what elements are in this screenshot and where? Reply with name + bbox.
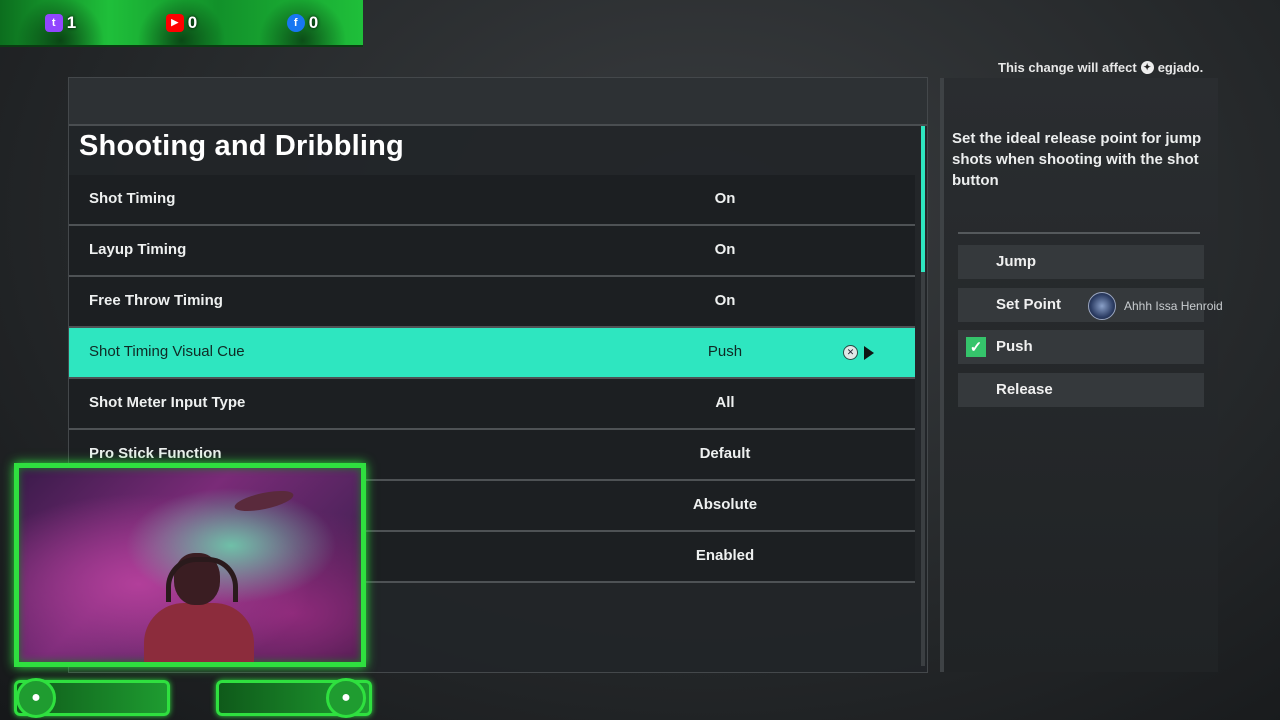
youtube-count: 0 bbox=[187, 12, 198, 32]
twitch-icon: t bbox=[44, 13, 63, 32]
player-tag: Ahhh Issa Henroid bbox=[1088, 292, 1223, 320]
setting-row-layup-timing[interactable]: Layup Timing On bbox=[69, 226, 915, 277]
option-label: Push bbox=[996, 338, 1033, 355]
setting-label: Shot Timing bbox=[89, 190, 176, 207]
social-facebook: f 0 bbox=[242, 0, 363, 45]
option-label: Jump bbox=[996, 253, 1037, 270]
setting-value: On bbox=[714, 190, 736, 207]
setting-value: Enabled bbox=[695, 547, 755, 564]
setting-value: On bbox=[714, 292, 736, 309]
checkmark-icon: ✓ bbox=[966, 337, 986, 357]
affect-prefix: This change will affect bbox=[998, 60, 1137, 75]
social-youtube: ▶ 0 bbox=[121, 0, 242, 45]
social-stats-bar: t 1 ▶ 0 f 0 bbox=[0, 0, 363, 47]
setting-value: Push bbox=[707, 343, 743, 360]
arrow-right-icon[interactable] bbox=[864, 345, 874, 360]
value-controls: ✕ bbox=[843, 345, 874, 360]
user-icon: ● bbox=[326, 678, 366, 718]
controller-icon: ✦ bbox=[1140, 61, 1154, 74]
setting-value: All bbox=[715, 394, 735, 411]
setting-description: Set the ideal release point for jump sho… bbox=[952, 130, 1202, 189]
settings-scrollbar[interactable] bbox=[921, 126, 925, 666]
streamer bbox=[144, 553, 254, 662]
setting-label: Pro Stick Function bbox=[89, 445, 222, 462]
setting-row-free-throw-timing[interactable]: Free Throw Timing On bbox=[69, 277, 915, 328]
affect-note: This change will affect ✦ egjado. bbox=[998, 60, 1203, 75]
setting-label: Shot Meter Input Type bbox=[89, 394, 246, 411]
player-name: Ahhh Issa Henroid bbox=[1124, 299, 1223, 313]
description-panel: Set the ideal release point for jump sho… bbox=[940, 78, 1218, 672]
panel-header bbox=[69, 78, 927, 126]
youtube-icon: ▶ bbox=[165, 13, 184, 32]
webcam-feed bbox=[14, 463, 366, 667]
section-title: Shooting and Dribbling bbox=[79, 130, 404, 162]
x-button-icon[interactable]: ✕ bbox=[843, 345, 858, 360]
setting-label: Shot Timing Visual Cue bbox=[89, 343, 245, 360]
option-push[interactable]: ✓ Push bbox=[958, 330, 1204, 364]
headphones-icon bbox=[166, 557, 238, 602]
setting-label: Free Throw Timing bbox=[89, 292, 223, 309]
setting-value: On bbox=[714, 241, 736, 258]
setting-label: Layup Timing bbox=[89, 241, 187, 258]
setting-row-shot-meter-input-type[interactable]: Shot Meter Input Type All bbox=[69, 379, 915, 430]
twitch-count: 1 bbox=[66, 12, 77, 32]
user-icon: ● bbox=[16, 678, 56, 718]
avatar bbox=[1088, 292, 1116, 320]
facebook-icon: f bbox=[286, 13, 305, 32]
ceiling-fan bbox=[232, 486, 296, 516]
setting-row-shot-timing-visual-cue[interactable]: Shot Timing Visual Cue Push ✕ bbox=[69, 328, 915, 379]
facebook-count: 0 bbox=[308, 12, 319, 32]
option-release[interactable]: Release bbox=[958, 373, 1204, 407]
scroll-thumb[interactable] bbox=[921, 126, 925, 272]
option-label: Release bbox=[996, 381, 1053, 398]
affect-user: egjado. bbox=[1157, 60, 1204, 75]
option-label: Set Point bbox=[996, 296, 1062, 313]
setting-value: Default bbox=[699, 445, 751, 462]
social-twitch: t 1 bbox=[0, 0, 121, 45]
option-jump[interactable]: Jump bbox=[958, 245, 1204, 279]
streamer-body bbox=[144, 603, 254, 662]
setting-row-shot-timing[interactable]: Shot Timing On bbox=[69, 175, 915, 226]
divider bbox=[958, 232, 1200, 234]
setting-value: Absolute bbox=[692, 496, 758, 513]
